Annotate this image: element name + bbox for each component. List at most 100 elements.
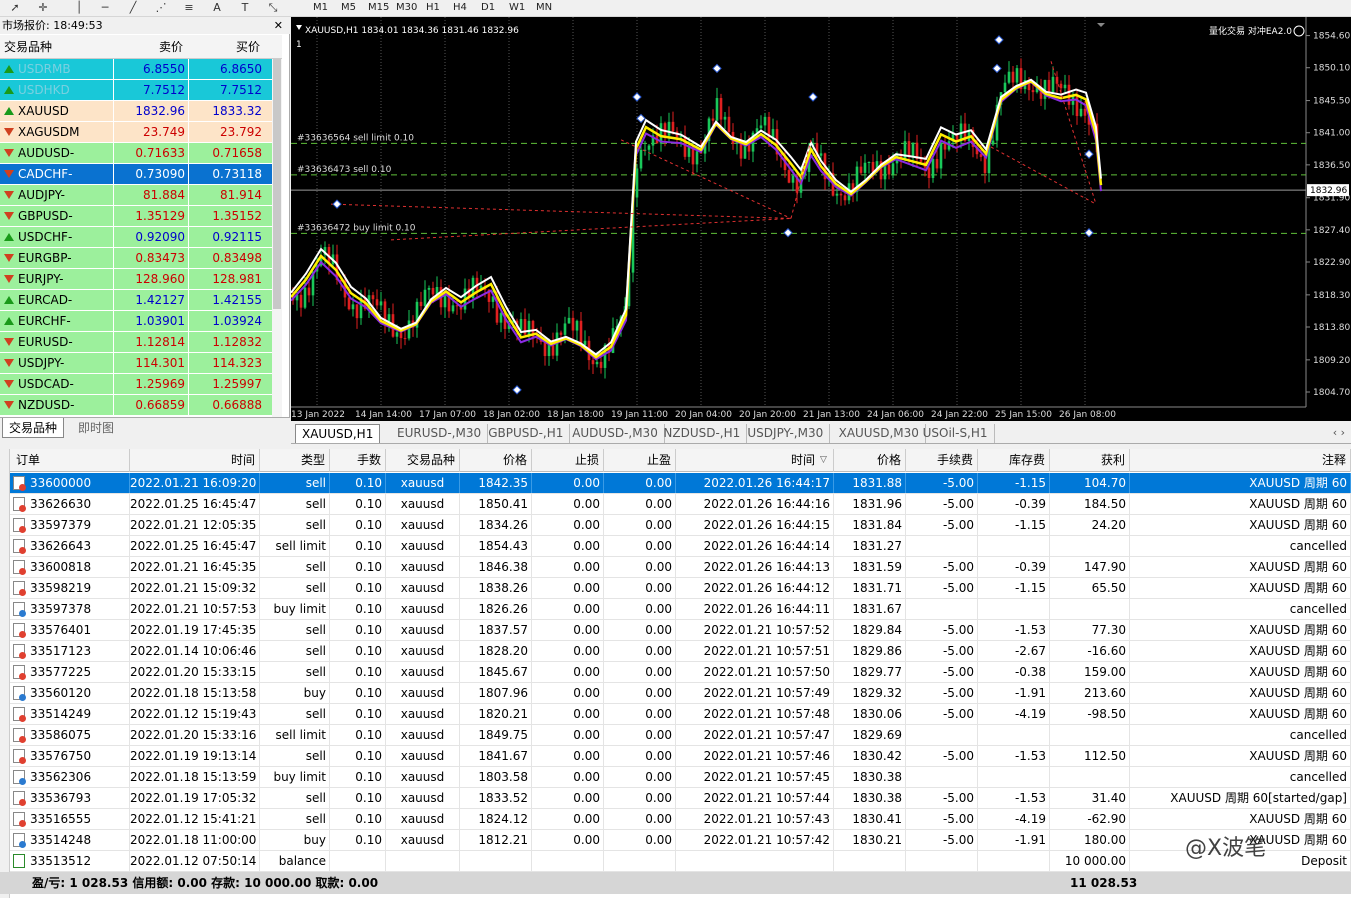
cell-symbol: xauusd: [386, 515, 460, 535]
table-row[interactable]: 33514249 2022.01.12 15:19:43 sell 0.10 xauus…: [10, 704, 1351, 725]
column-header[interactable]: 时间: [676, 449, 834, 472]
tab-scroll-arrows[interactable]: ‹ ›: [1333, 426, 1345, 439]
table-row[interactable]: 33516555 2022.01.12 15:41:21 sell 0.10 xauus…: [10, 809, 1351, 830]
market-watch-row[interactable]: AUDUSD- 0.71633 0.71658: [0, 143, 282, 164]
chart-tab[interactable]: AUDUSD-,M30: [566, 424, 665, 443]
chart-tab[interactable]: XAUUSD,M30: [833, 424, 926, 443]
column-header[interactable]: 止损: [532, 449, 604, 472]
chart-tab[interactable]: USOil-S,H1: [917, 424, 995, 443]
table-row[interactable]: 33514248 2022.01.18 11:00:00 buy 0.10 xauusd…: [10, 830, 1351, 851]
table-row[interactable]: 33562306 2022.01.18 15:13:59 buy limit 0.10…: [10, 767, 1351, 788]
table-row[interactable]: 33586075 2022.01.20 15:33:16 sell limit 0.1…: [10, 725, 1351, 746]
market-watch-row[interactable]: EURJPY- 128.960 128.981: [0, 269, 282, 290]
column-header[interactable]: 价格: [834, 449, 906, 472]
market-watch-row[interactable]: USDHKD 7.7512 7.7512: [0, 80, 282, 101]
scrollbar-thumb[interactable]: [273, 59, 281, 309]
cell-profit: [1050, 767, 1130, 787]
table-row[interactable]: 33576401 2022.01.19 17:45:35 sell 0.10 xauus…: [10, 620, 1351, 641]
table-row[interactable]: 33598219 2022.01.21 15:09:32 sell 0.10 xauus…: [10, 578, 1351, 599]
chart-tab[interactable]: XAUUSD,H1: [295, 424, 381, 443]
market-watch-row[interactable]: USDCHF- 0.92090 0.92115: [0, 227, 282, 248]
market-watch-row[interactable]: EURUSD- 1.12814 1.12832: [0, 332, 282, 353]
text-icon[interactable]: A: [208, 0, 226, 16]
table-row[interactable]: 33626630 2022.01.25 16:45:47 sell 0.10 xauus…: [10, 494, 1351, 515]
column-header[interactable]: 手续费: [906, 449, 978, 472]
crosshair-icon[interactable]: ✛: [34, 0, 52, 16]
column-header[interactable]: 止盈: [604, 449, 676, 472]
column-header[interactable]: 注释: [1130, 449, 1351, 472]
timeframe-m30[interactable]: M30: [396, 1, 417, 15]
timeframe-w1[interactable]: W1: [509, 1, 525, 15]
market-watch-row[interactable]: EURCHF- 1.03901 1.03924: [0, 311, 282, 332]
chart-canvas[interactable]: 1854.601850.101845.501841.001836.501831.…: [291, 17, 1351, 421]
chart-tab[interactable]: NZDUSD-,H1: [657, 424, 748, 443]
timeframe-mn[interactable]: MN: [536, 1, 552, 15]
market-watch-row[interactable]: XAGUSDM 23.749 23.792: [0, 122, 282, 143]
timeframe-m15[interactable]: M15: [368, 1, 389, 15]
market-watch-row[interactable]: EURCAD- 1.42127 1.42155: [0, 290, 282, 311]
vertical-line-icon[interactable]: │: [70, 0, 88, 16]
cell-commission: [906, 767, 978, 787]
column-header[interactable]: 库存费: [978, 449, 1050, 472]
timeframe-m1[interactable]: M1: [313, 1, 328, 15]
column-header[interactable]: 手数: [330, 449, 386, 472]
table-row[interactable]: 33600818 2022.01.21 16:45:35 sell 0.10 xauus…: [10, 557, 1351, 578]
table-row[interactable]: 33517123 2022.01.14 10:06:46 sell 0.10 xauus…: [10, 641, 1351, 662]
table-row[interactable]: 33576750 2022.01.19 19:13:14 sell 0.10 xauus…: [10, 746, 1351, 767]
table-row[interactable]: 33600000 2022.01.21 16:09:20 sell 0.10 xauus…: [10, 473, 1351, 494]
column-header[interactable]: 类型: [260, 449, 330, 472]
table-row[interactable]: 33536793 2022.01.19 17:05:32 sell 0.10 xauus…: [10, 788, 1351, 809]
market-watch-row[interactable]: XAUUSD 1832.96 1833.32: [0, 101, 282, 122]
cell-lots: 0.10: [330, 704, 386, 724]
chart-tab[interactable]: GBPUSD-,H1: [482, 424, 571, 443]
candle-body: [395, 332, 399, 337]
table-row[interactable]: 33597379 2022.01.21 12:05:35 sell 0.10 xauus…: [10, 515, 1351, 536]
cell-symbol: xauusd: [386, 830, 460, 850]
tab-symbols[interactable]: 交易品种: [2, 418, 65, 438]
table-row[interactable]: 33513512 2022.01.12 07:50:14 balance 10 000…: [10, 851, 1351, 872]
table-row[interactable]: 33626643 2022.01.25 16:45:47 sell limit 0.1…: [10, 536, 1351, 557]
table-row[interactable]: 33597378 2022.01.21 10:57:53 buy limit 0.10…: [10, 599, 1351, 620]
tab-ticks[interactable]: 即时图: [72, 418, 120, 438]
column-header[interactable]: 交易品种: [386, 449, 460, 472]
market-watch-row[interactable]: USDRMB 6.8550 6.8650: [0, 59, 282, 80]
arrows-icon[interactable]: ⤡: [264, 0, 282, 16]
table-row[interactable]: 33577225 2022.01.20 15:33:15 sell 0.10 xauus…: [10, 662, 1351, 683]
market-watch-row[interactable]: USDCAD- 1.25969 1.25997: [0, 374, 282, 395]
fibonacci-icon[interactable]: ≡: [180, 0, 198, 16]
cell-price: 1850.41: [460, 494, 532, 514]
column-header[interactable]: 时间: [130, 449, 260, 472]
cell-type: sell: [260, 494, 330, 514]
timeframe-d1[interactable]: D1: [481, 1, 495, 15]
market-watch-row[interactable]: GBPUSD- 1.35129 1.35152: [0, 206, 282, 227]
channel-icon[interactable]: ⋰: [152, 0, 170, 16]
text-label-icon[interactable]: T: [236, 0, 254, 16]
timeframe-m5[interactable]: M5: [341, 1, 356, 15]
column-header[interactable]: 获利: [1050, 449, 1130, 472]
price-tick: 1827.40: [1313, 226, 1350, 236]
cell-tp: 0.00: [604, 725, 676, 745]
chart-tab[interactable]: EURUSD-,M30: [391, 424, 489, 443]
column-header[interactable]: 订单: [10, 449, 130, 472]
timeframe-h4[interactable]: H4: [453, 1, 467, 15]
cursor-icon[interactable]: ➚: [6, 0, 24, 16]
market-watch-row[interactable]: CADCHF- 0.73090 0.73118: [0, 164, 282, 185]
price-chart[interactable]: 1854.60 1850.10 1845.50 1841.00 1836.50 1831.…: [291, 17, 1351, 421]
col-ask[interactable]: 买价: [236, 35, 260, 59]
col-bid[interactable]: 卖价: [159, 35, 183, 59]
cell-order: 33597379: [10, 515, 130, 535]
chart-tab[interactable]: USDJPY-,M30: [741, 424, 831, 443]
market-watch-row[interactable]: USDJPY- 114.301 114.323: [0, 353, 282, 374]
market-watch-row[interactable]: NZDUSD- 0.66859 0.66888: [0, 395, 282, 416]
trendline-icon[interactable]: ╱: [124, 0, 142, 16]
timeframe-h1[interactable]: H1: [426, 1, 440, 15]
col-symbol[interactable]: 交易品种: [4, 35, 52, 59]
table-row[interactable]: 33560120 2022.01.18 15:13:58 buy 0.10 xauusd…: [10, 683, 1351, 704]
column-header[interactable]: 价格: [460, 449, 532, 472]
horizontal-line-icon[interactable]: ─: [96, 0, 114, 16]
market-watch-row[interactable]: EURGBP- 0.83473 0.83498: [0, 248, 282, 269]
time-tick: 14 Jan 14:00: [355, 410, 412, 420]
cell-price: 1841.67: [460, 746, 532, 766]
market-watch-row[interactable]: AUDJPY- 81.884 81.914: [0, 185, 282, 206]
close-icon[interactable]: ✕: [274, 17, 283, 34]
